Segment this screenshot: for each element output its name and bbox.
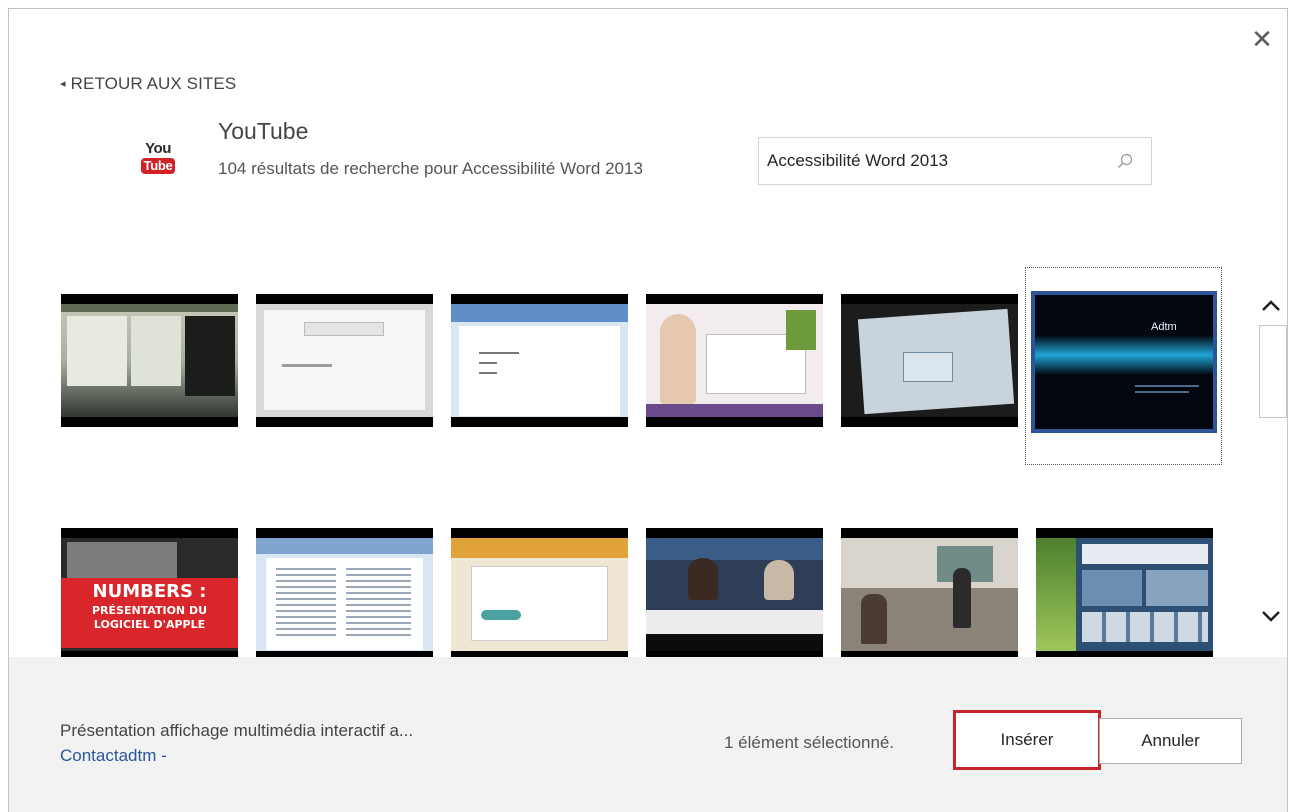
adtm-logo-text: Adtm [1151,321,1177,333]
video-thumbnail[interactable]: NUMBERS : PRÉSENTATION DU LOGICIEL D'APP… [61,528,238,661]
video-thumbnail[interactable] [451,294,628,427]
numbers-title: NUMBERS : [92,581,207,602]
scrollbar-thumb[interactable] [1259,325,1287,418]
video-thumbnail[interactable] [841,294,1018,427]
insert-button[interactable]: Insérer [953,710,1101,770]
dialog-footer: Présentation affichage multimédia intera… [9,657,1287,812]
selected-video-author-link[interactable]: Contactadtm - [60,746,167,766]
youtube-logo-icon: You Tube [138,141,178,189]
video-thumbnail[interactable] [256,528,433,661]
scroll-down-icon[interactable] [1259,604,1283,628]
cancel-button[interactable]: Annuler [1099,718,1242,764]
video-thumbnail[interactable] [841,528,1018,661]
numbers-subtitle-2: LOGICIEL D'APPLE [93,618,206,631]
video-thumbnail[interactable] [646,528,823,661]
back-to-sites-label: RETOUR AUX SITES [70,74,237,93]
selection-count: 1 élément sélectionné. [724,733,895,752]
video-thumbnail[interactable] [61,294,238,427]
selected-video-description: Présentation affichage multimédia intera… [60,721,414,740]
video-thumbnail[interactable] [256,294,433,427]
site-name: YouTube [218,118,309,144]
search-input[interactable] [767,138,1107,184]
back-arrow-icon: ◂ [60,78,66,90]
search-icon[interactable] [1117,153,1133,169]
youtube-logo-you: You [145,140,171,157]
back-to-sites-link[interactable]: ◂ RETOUR AUX SITES [60,74,236,94]
results-summary: 104 résultats de recherche pour Accessib… [218,159,643,178]
video-thumbnail[interactable] [646,294,823,427]
video-thumbnail-selected[interactable]: Adtm [1031,291,1217,433]
numbers-subtitle-1: PRÉSENTATION DU [91,604,208,617]
scroll-up-icon[interactable] [1259,294,1283,318]
video-thumbnail[interactable] [451,528,628,661]
video-thumbnail[interactable] [1036,528,1213,661]
youtube-logo-tube: Tube [140,158,176,174]
search-box[interactable] [758,137,1152,185]
close-icon[interactable]: ✕ [1248,26,1276,54]
